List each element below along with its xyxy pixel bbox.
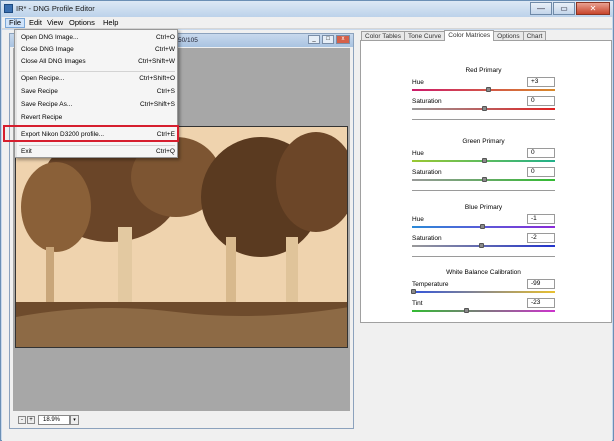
red-primary-hue-label: Hue	[412, 79, 424, 86]
close-button[interactable]: ✕	[576, 2, 610, 15]
menu-revert-recipe[interactable]: Revert Recipe	[20, 113, 175, 123]
window-controls: — ▭ ✕	[530, 2, 610, 15]
group-title: Green Primary	[462, 138, 505, 145]
white-balance-calibration-tint-value-field[interactable]: -23	[527, 298, 555, 308]
white-balance-calibration-temperature-slider[interactable]	[412, 291, 555, 293]
menu-options[interactable]: Options	[66, 18, 98, 28]
menu-view[interactable]: View	[44, 18, 66, 28]
blue-primary-hue-slider-thumb[interactable]	[480, 224, 485, 229]
zoom-field[interactable]: 18.9%	[38, 415, 70, 425]
image-window-controls: _ □ x	[308, 35, 350, 44]
red-primary-hue-slider[interactable]	[412, 89, 555, 91]
group-separator	[412, 256, 555, 257]
green-primary-saturation-value-field[interactable]: 0	[527, 167, 555, 177]
group-separator	[412, 190, 555, 191]
group-title: White Balance Calibration	[446, 269, 521, 276]
group-separator	[412, 119, 555, 120]
blue-primary-group: Blue Primary Hue -1 Saturation -2	[412, 204, 555, 264]
menu-file[interactable]: File	[5, 18, 26, 28]
red-primary-hue-value-field[interactable]: +3	[527, 77, 555, 87]
menu-bar: File Edit View Options Help	[2, 17, 612, 29]
color-matrices-pane: Red Primary Hue +3 Saturation 0 Green Primary…	[360, 40, 612, 323]
menu-separator	[19, 145, 175, 146]
menu-item-label: Exit	[21, 148, 32, 155]
white-balance-calibration-temperature-slider-thumb[interactable]	[411, 289, 416, 294]
prev-image-button[interactable]: -	[18, 416, 26, 424]
blue-primary-saturation-value-field[interactable]: -2	[527, 233, 555, 243]
white-balance-calibration-tint-label: Tint	[412, 300, 423, 307]
app-icon	[4, 4, 13, 13]
maximize-button[interactable]: ▭	[553, 2, 575, 15]
menu-close-dng-image[interactable]: Close DNG Image Ctrl+W	[20, 45, 175, 55]
image-minimize-button[interactable]: _	[308, 35, 320, 44]
menu-item-shortcut: Ctrl+O	[156, 34, 175, 41]
menu-save-recipe-as[interactable]: Save Recipe As... Ctrl+Shift+S	[20, 100, 175, 110]
menu-item-shortcut: Ctrl+Shift+W	[138, 58, 175, 65]
group-title: Blue Primary	[464, 204, 503, 211]
menu-item-label: Revert Recipe	[21, 114, 63, 121]
sepia-photo	[15, 126, 348, 348]
white-balance-calibration-tint-slider-thumb[interactable]	[464, 308, 469, 313]
group-title: Red Primary	[465, 67, 502, 74]
menu-separator	[19, 71, 175, 72]
red-primary-saturation-slider-thumb[interactable]	[482, 106, 487, 111]
menu-item-shortcut: Ctrl+S	[156, 88, 175, 95]
red-primary-hue-slider-thumb[interactable]	[486, 87, 491, 92]
export-highlight-box	[3, 125, 179, 142]
white-balance-calibration-tint-slider[interactable]	[412, 310, 555, 312]
menu-item-label: Save Recipe	[21, 88, 58, 95]
green-primary-saturation-label: Saturation	[412, 169, 442, 176]
image-status-bar: - + 18.9% ▾	[13, 412, 350, 427]
menu-close-all-dng-images[interactable]: Close All DNG Images Ctrl+Shift+W	[20, 57, 175, 67]
image-maximize-button[interactable]: □	[322, 35, 334, 44]
menu-save-recipe[interactable]: Save Recipe Ctrl+S	[20, 87, 175, 97]
green-primary-hue-value-field[interactable]: 0	[527, 148, 555, 158]
app-window: IR* - DNG Profile Editor — ▭ ✕ File Edit…	[0, 0, 614, 441]
photo-illustration	[16, 127, 347, 347]
green-primary-group: Green Primary Hue 0 Saturation 0	[412, 138, 555, 198]
editor-panel: Color Tables Tone Curve Color Matrices O…	[359, 30, 612, 323]
menu-item-label: Open DNG Image...	[21, 34, 79, 41]
menu-open-recipe[interactable]: Open Recipe... Ctrl+Shift+O	[20, 74, 175, 84]
menu-item-label: Close DNG Image	[21, 46, 74, 53]
minimize-button[interactable]: —	[530, 2, 552, 15]
menu-edit[interactable]: Edit	[26, 18, 45, 28]
menu-item-shortcut: Ctrl+Q	[156, 148, 175, 155]
window-title: IR* - DNG Profile Editor	[16, 4, 95, 13]
white-balance-calibration-temperature-value-field[interactable]: -99	[527, 279, 555, 289]
next-image-button[interactable]: +	[27, 416, 35, 424]
blue-primary-hue-value-field[interactable]: -1	[527, 214, 555, 224]
menu-help[interactable]: Help	[100, 18, 121, 28]
green-primary-hue-slider-thumb[interactable]	[482, 158, 487, 163]
title-bar[interactable]: IR* - DNG Profile Editor — ▭ ✕	[1, 1, 613, 17]
menu-item-shortcut: Ctrl+Shift+S	[139, 101, 175, 108]
menu-item-label: Open Recipe...	[21, 75, 65, 82]
menu-item-label: Close All DNG Images	[21, 58, 86, 65]
menu-item-shortcut: Ctrl+W	[154, 46, 175, 53]
image-window-title: 50/105	[178, 37, 198, 44]
green-primary-saturation-slider-thumb[interactable]	[482, 177, 487, 182]
blue-primary-saturation-label: Saturation	[412, 235, 442, 242]
white-balance-calibration-group: White Balance Calibration Temperature -99 T…	[411, 269, 555, 329]
menu-item-label: Save Recipe As...	[21, 101, 73, 108]
zoom-dropdown-button[interactable]: ▾	[70, 415, 79, 425]
image-close-button[interactable]: x	[336, 35, 350, 44]
green-primary-hue-label: Hue	[412, 150, 424, 157]
menu-open-dng-image[interactable]: Open DNG Image... Ctrl+O	[20, 33, 175, 43]
red-primary-group: Red Primary Hue +3 Saturation 0	[412, 67, 555, 127]
white-balance-calibration-temperature-label: Temperature	[412, 281, 449, 288]
blue-primary-hue-label: Hue	[412, 216, 424, 223]
menu-item-shortcut: Ctrl+Shift+O	[139, 75, 175, 82]
menu-exit[interactable]: Exit Ctrl+Q	[20, 147, 175, 157]
tab-color-matrices[interactable]: Color Matrices	[444, 30, 495, 41]
blue-primary-saturation-slider-thumb[interactable]	[479, 243, 484, 248]
red-primary-saturation-label: Saturation	[412, 98, 442, 105]
red-primary-saturation-value-field[interactable]: 0	[527, 96, 555, 106]
